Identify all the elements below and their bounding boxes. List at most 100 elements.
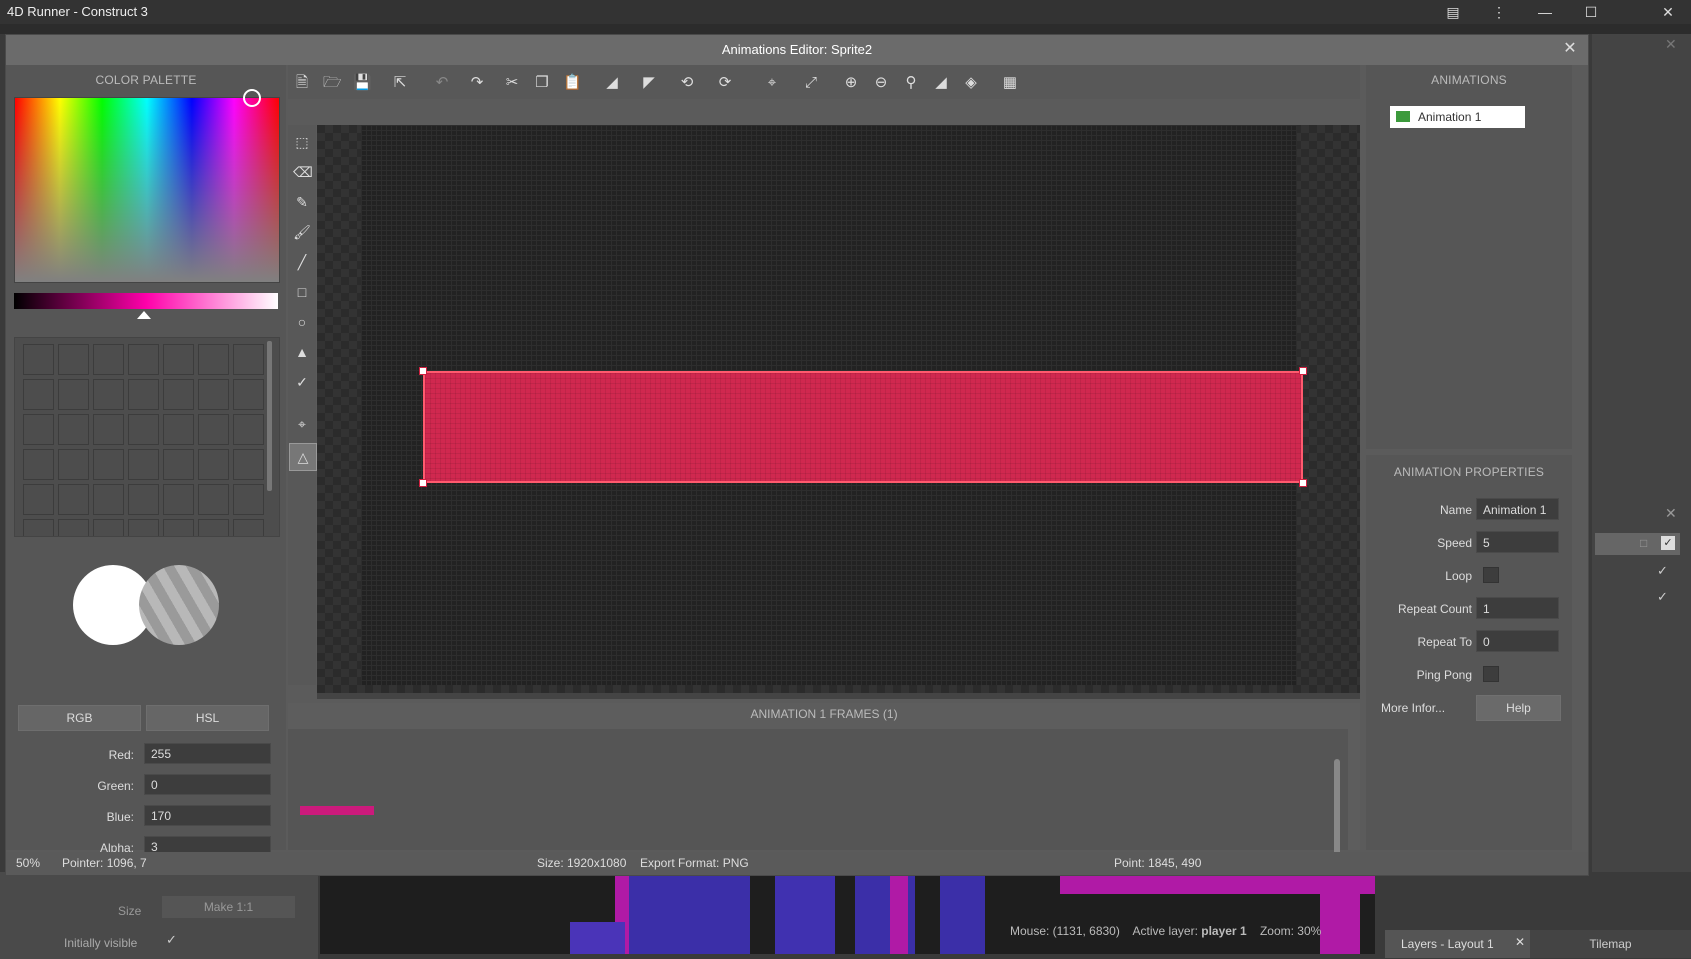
color-swatch-slot[interactable]	[233, 519, 264, 536]
green-input[interactable]: 0	[144, 774, 271, 795]
color-swatch-slot[interactable]	[93, 449, 124, 480]
color-swatch-slot[interactable]	[23, 484, 54, 515]
color-swatch-slot[interactable]	[198, 414, 229, 445]
canvas-scrollbar[interactable]	[317, 693, 1360, 699]
cut-icon[interactable]: ✂	[503, 74, 521, 92]
tab-layers[interactable]: Layers - Layout 1 ✕	[1385, 930, 1530, 958]
zoom-in-icon[interactable]: ⊕	[842, 74, 860, 92]
checkmark-icon[interactable]: ✓	[1657, 563, 1668, 579]
red-input[interactable]: 255	[144, 743, 271, 764]
fill-icon[interactable]: ▲	[293, 343, 311, 361]
make-1-1-button[interactable]: Make 1:1	[162, 896, 295, 918]
saturation-value-picker[interactable]	[14, 97, 280, 283]
open-icon[interactable]: 🗁	[323, 74, 342, 92]
loop-checkbox[interactable]	[1483, 567, 1499, 583]
resize-handle[interactable]	[1299, 479, 1307, 487]
repeat-count-input[interactable]: 1	[1476, 597, 1559, 619]
speed-input[interactable]: 5	[1476, 531, 1559, 553]
zoom-out-icon[interactable]: ⊖	[872, 74, 890, 92]
copy-icon[interactable]: ❐	[533, 74, 551, 92]
sprite-image[interactable]	[423, 371, 1303, 483]
layer-row[interactable]: □ ✓	[1595, 533, 1680, 555]
close-tab-icon[interactable]: ✕	[1515, 935, 1525, 949]
save-icon[interactable]: 💾	[353, 74, 372, 92]
blue-input[interactable]: 170	[144, 805, 271, 826]
color-swatch-slot[interactable]	[163, 414, 194, 445]
repeat-to-input[interactable]: 0	[1476, 630, 1559, 652]
color-swatch-slot[interactable]	[128, 379, 159, 410]
lock-icon[interactable]: □	[1640, 536, 1647, 550]
color-swatch-slot[interactable]	[233, 379, 264, 410]
flip-icon[interactable]: ◤	[640, 74, 658, 92]
checkmark-icon[interactable]: ✓	[166, 932, 177, 948]
color-swatch-slot[interactable]	[58, 484, 89, 515]
close-window-button[interactable]: ✕	[1645, 0, 1691, 24]
color-swatch-slot[interactable]	[163, 484, 194, 515]
paste-icon[interactable]: 📋	[563, 74, 582, 92]
layout-scene-view[interactable]: Mouse: (1131, 6830) Active layer: player…	[320, 872, 1375, 954]
color-swatch-slot[interactable]	[233, 449, 264, 480]
image-canvas[interactable]	[361, 125, 1307, 685]
mirror-icon[interactable]: ◢	[603, 74, 621, 92]
layers-icon[interactable]: ◈	[962, 74, 980, 92]
minimize-button[interactable]: —	[1522, 0, 1568, 24]
checkmark-icon[interactable]: ✓	[1657, 589, 1668, 605]
close-dialog-button[interactable]: ✕	[1560, 39, 1580, 59]
brush-icon[interactable]: 🖌	[293, 223, 311, 241]
maximize-button[interactable]: ☐	[1568, 0, 1614, 24]
secondary-color-swatch[interactable]	[139, 565, 219, 645]
swatches-scrollbar[interactable]	[267, 341, 272, 491]
color-swatch-slot[interactable]	[198, 449, 229, 480]
frame-thumbnail[interactable]	[300, 806, 374, 815]
color-swatch-slot[interactable]	[93, 484, 124, 515]
color-swatch-slot[interactable]	[163, 379, 194, 410]
color-swatch-slot[interactable]	[233, 344, 264, 375]
color-swatch-slot[interactable]	[198, 484, 229, 515]
select-icon[interactable]: ⬚	[293, 133, 311, 151]
color-swatch-slot[interactable]	[93, 414, 124, 445]
color-swatch-slot[interactable]	[128, 344, 159, 375]
color-swatch-slot[interactable]	[128, 449, 159, 480]
origin-icon[interactable]: ⌖	[293, 415, 311, 433]
color-swatch-slot[interactable]	[93, 344, 124, 375]
close-icon[interactable]: ✕	[1665, 36, 1677, 53]
color-swatch-slot[interactable]	[23, 379, 54, 410]
color-swatch-slot[interactable]	[58, 449, 89, 480]
frames-list[interactable]: 0	[288, 729, 1348, 873]
hue-slider-marker[interactable]	[137, 311, 151, 319]
resize-handle[interactable]	[419, 367, 427, 375]
canvas-viewport[interactable]	[317, 125, 1360, 693]
color-swatch-slot[interactable]	[23, 344, 54, 375]
color-swatch-slot[interactable]	[23, 519, 54, 536]
new-icon[interactable]: 🗎	[293, 74, 311, 92]
polygon-icon[interactable]: △	[289, 443, 317, 471]
line-icon[interactable]: ╱	[293, 253, 311, 271]
ellipse-icon[interactable]: ○	[293, 313, 311, 331]
color-swatch-slot[interactable]	[128, 484, 159, 515]
color-swatch-slot[interactable]	[163, 449, 194, 480]
undo-icon[interactable]: ↶	[433, 74, 451, 92]
rotate-cw-icon[interactable]: ⟳	[716, 74, 734, 92]
color-swatch-slot[interactable]	[23, 449, 54, 480]
color-swatch-slot[interactable]	[198, 344, 229, 375]
crop-icon[interactable]: ⌖	[763, 74, 781, 92]
color-swatch-slot[interactable]	[233, 414, 264, 445]
color-swatch-slot[interactable]	[128, 519, 159, 536]
hue-slider[interactable]	[14, 293, 278, 309]
eraser-icon[interactable]: ⌫	[293, 163, 313, 181]
color-swatch-slot[interactable]	[93, 519, 124, 536]
color-swatch-slot[interactable]	[233, 484, 264, 515]
zoom-reset-icon[interactable]: ⚲	[902, 74, 920, 92]
color-swatch-slot[interactable]	[128, 414, 159, 445]
rectangle-icon[interactable]: □	[293, 283, 311, 301]
color-swatch-slot[interactable]	[58, 519, 89, 536]
animation-list-item[interactable]: Animation 1	[1390, 106, 1525, 128]
resize-icon[interactable]: ⤢	[802, 74, 820, 92]
color-swatch-slot[interactable]	[198, 379, 229, 410]
pencil-icon[interactable]: ✎	[293, 193, 311, 211]
color-swatches[interactable]	[14, 337, 280, 537]
export-icon[interactable]: ⇱	[391, 74, 409, 92]
visibility-checkbox[interactable]: ✓	[1661, 536, 1675, 550]
resize-handle[interactable]	[1299, 367, 1307, 375]
animation-name-input[interactable]: Animation 1	[1476, 498, 1559, 520]
